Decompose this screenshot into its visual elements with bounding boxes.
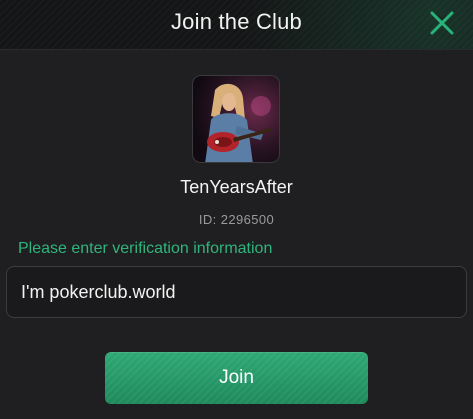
avatar [192, 75, 280, 163]
dialog-header: Join the Club [0, 0, 473, 50]
avatar-image [193, 76, 279, 162]
verification-input[interactable] [6, 266, 467, 318]
close-icon[interactable] [429, 10, 455, 36]
close-icon-graphic [430, 11, 454, 35]
join-club-dialog: Join the Club TenYearsAfter ID: 2296500 … [0, 0, 473, 419]
dialog-title: Join the Club [170, 9, 302, 34]
user-id: ID: 2296500 [198, 212, 275, 227]
join-button[interactable]: Join [105, 352, 368, 404]
username: TenYearsAfter [180, 177, 293, 197]
verification-prompt: Please enter verification information [18, 240, 273, 257]
